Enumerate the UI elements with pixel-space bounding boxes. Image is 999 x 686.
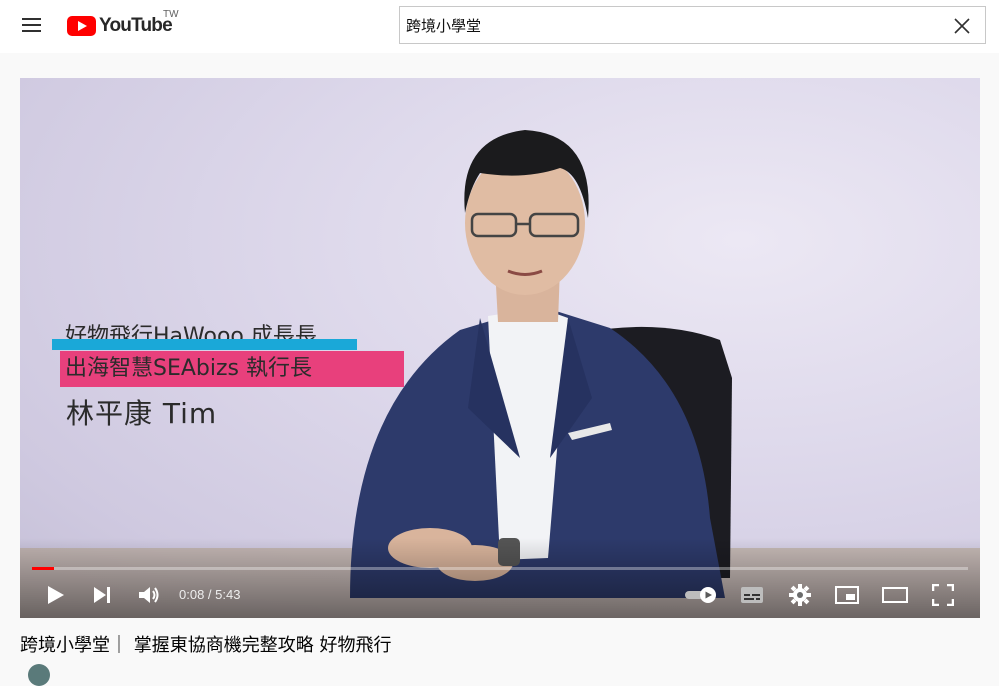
- video-player[interactable]: 好物飛行HaWooo 成長長 出海智慧SEAbizs 執行長 林平康 Tim 0…: [20, 78, 980, 618]
- next-icon[interactable]: [90, 572, 114, 618]
- current-time: 0:08: [179, 587, 205, 602]
- search-input[interactable]: [406, 13, 926, 37]
- caption-line-3: 林平康 Tim: [66, 397, 218, 430]
- clear-search-icon[interactable]: [952, 16, 972, 36]
- progress-played: [32, 567, 55, 570]
- autoplay-toggle-icon[interactable]: [683, 572, 719, 618]
- settings-gear-icon[interactable]: [786, 572, 814, 618]
- theater-mode-icon[interactable]: [880, 572, 910, 618]
- region-label: TW: [163, 9, 179, 20]
- caption-blue-bar: [52, 339, 357, 350]
- top-bar: YouTube TW: [0, 0, 999, 53]
- caption-line-2: 出海智慧SEAbizs 執行長: [65, 356, 312, 381]
- search-box: [399, 6, 986, 44]
- player-controls: 0:08 / 5:43: [20, 572, 980, 618]
- duration: 5:43: [215, 587, 241, 602]
- logo-text: YouTube: [99, 15, 173, 36]
- progress-bar[interactable]: [32, 567, 968, 570]
- channel-avatar[interactable]: [28, 664, 50, 686]
- menu-icon[interactable]: [22, 17, 42, 33]
- subtitles-icon[interactable]: [738, 572, 766, 618]
- volume-icon[interactable]: [137, 572, 161, 618]
- miniplayer-icon[interactable]: [832, 572, 862, 618]
- play-icon[interactable]: [42, 572, 70, 618]
- time-display: 0:08 / 5:43: [179, 587, 241, 602]
- youtube-play-logo-icon: [67, 16, 96, 36]
- fullscreen-icon[interactable]: [928, 572, 958, 618]
- youtube-logo[interactable]: YouTube: [67, 13, 173, 39]
- video-title: 跨境小學堂｜ 掌握東協商機完整攻略 好物飛行: [20, 635, 392, 656]
